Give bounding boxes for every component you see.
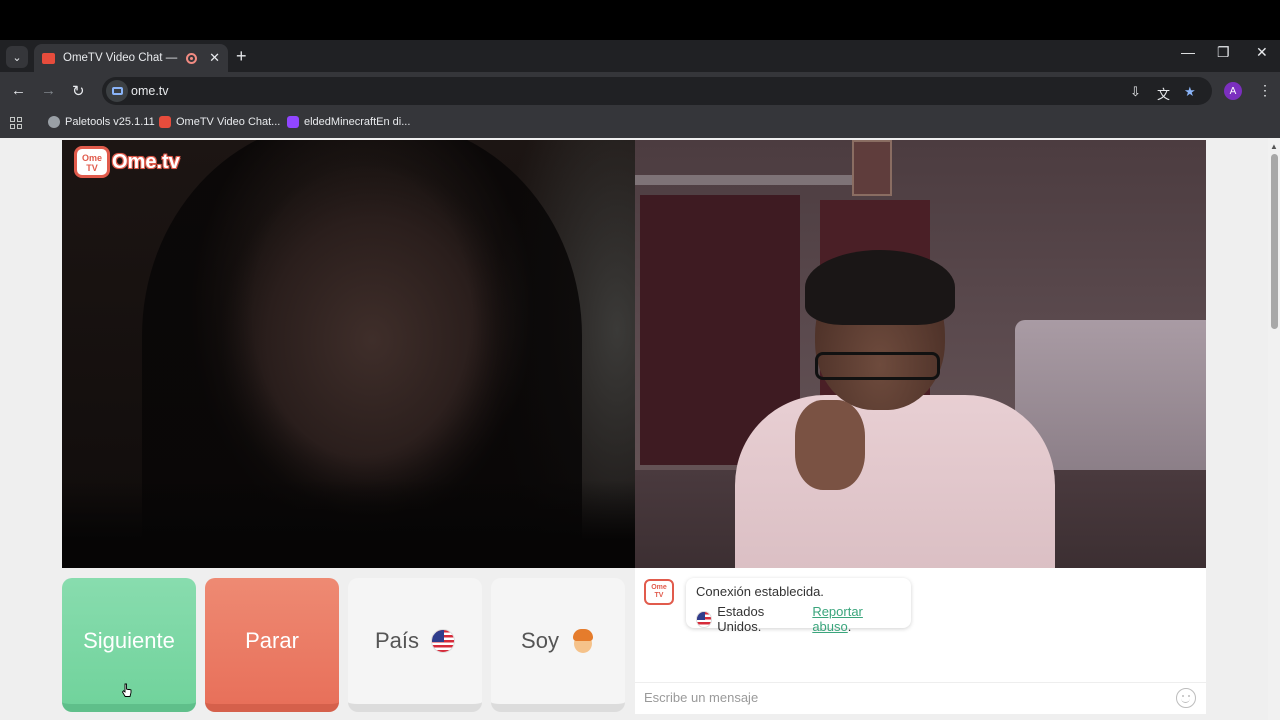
gender-button-label: Soy: [521, 628, 559, 653]
address-bar: ← → ↻ ome.tv ⇩ 文 ★ A ⋮: [0, 72, 1280, 110]
bookmark-item[interactable]: OmeTV Video Chat...: [159, 116, 280, 128]
tab-bar: ⌄ OmeTV Video Chat — OmeTV ✕ +: [0, 40, 1280, 72]
bookmark-label: Paletools v25.1.11: [65, 116, 155, 128]
bookmark-item[interactable]: eldedMinecraftEn di...: [287, 116, 410, 128]
boy-emoji-icon: [571, 629, 595, 653]
tab-title: OmeTV Video Chat — OmeTV: [63, 52, 178, 64]
tab-ometv[interactable]: OmeTV Video Chat — OmeTV ✕: [34, 44, 228, 72]
scroll-thumb[interactable]: [1271, 154, 1278, 329]
bookmarks-bar: Paletools v25.1.11 OmeTV Video Chat... e…: [0, 110, 1280, 138]
next-button-label: Siguiente: [83, 628, 175, 653]
apps-grid-icon[interactable]: [10, 117, 22, 129]
kebab-menu-icon[interactable]: ⋮: [1258, 82, 1272, 99]
twitch-icon: [287, 116, 299, 128]
back-arrow-icon[interactable]: ←: [11, 82, 26, 99]
stop-button-label: Parar: [245, 628, 299, 653]
install-app-icon[interactable]: ⇩: [1130, 84, 1141, 100]
globe-icon: [48, 116, 60, 128]
country-button-label: País: [374, 628, 420, 653]
stranger-video: Ome TV Ome.tv: [62, 140, 635, 568]
page-scrollbar[interactable]: ▲: [1268, 138, 1280, 720]
message-input[interactable]: [644, 690, 1164, 705]
ometv-favicon-icon: [42, 52, 55, 64]
reload-icon[interactable]: ↻: [72, 82, 85, 100]
partner-country: Estados Unidos.: [717, 604, 765, 634]
minimize-icon[interactable]: —: [1181, 44, 1195, 60]
connection-status: Conexión establecida.: [696, 584, 824, 599]
scroll-up-icon[interactable]: ▲: [1270, 142, 1278, 151]
omnibox[interactable]: ome.tv: [102, 77, 1212, 105]
emoji-icon[interactable]: [1176, 688, 1196, 708]
us-flag-icon: [431, 629, 456, 653]
translate-icon[interactable]: 文: [1157, 84, 1170, 103]
ometv-logo[interactable]: Ome TV Ome.tv: [74, 146, 180, 178]
bookmark-item[interactable]: Paletools v25.1.11: [48, 116, 155, 128]
close-tab-icon[interactable]: ✕: [209, 50, 220, 66]
report-abuse-link[interactable]: Reportar abuso: [812, 604, 863, 634]
us-flag-icon: [696, 610, 713, 628]
system-message: Conexión establecida. Estados Unidos. Re…: [686, 578, 911, 634]
profile-avatar[interactable]: A: [1224, 82, 1242, 100]
message-bar: [635, 682, 1206, 714]
maximize-icon[interactable]: ❐: [1217, 44, 1230, 61]
chat-panel: Ome TV Conexión establecida. Estados Uni…: [635, 568, 1206, 714]
ometv-favicon-icon: [159, 116, 171, 128]
new-tab-icon[interactable]: +: [236, 46, 247, 67]
close-window-icon[interactable]: ✕: [1256, 44, 1268, 61]
self-person: [735, 250, 1055, 568]
self-video: [635, 140, 1206, 568]
logo-text: Ome.tv: [112, 150, 180, 173]
page-viewport: ▲ Ome TV Ome.tv Siguiente Parar País Soy…: [0, 138, 1280, 720]
bookmark-star-icon[interactable]: ★: [1184, 84, 1196, 100]
gender-button[interactable]: Soy: [491, 578, 625, 712]
url-text[interactable]: ome.tv: [131, 84, 169, 98]
country-filter-button[interactable]: País: [348, 578, 482, 712]
forward-arrow-icon[interactable]: →: [41, 82, 56, 99]
tv-logo-icon: Ome TV: [74, 146, 110, 178]
bookmark-label: eldedMinecraftEn di...: [304, 116, 411, 128]
screen-top-bar: [0, 0, 1280, 40]
tv-logo-icon: Ome TV: [644, 579, 674, 605]
site-info-icon[interactable]: [106, 80, 128, 102]
stop-button[interactable]: Parar: [205, 578, 339, 712]
chevron-down-icon: ⌄: [12, 51, 22, 64]
tab-search-dropdown[interactable]: ⌄: [6, 46, 28, 68]
recording-icon: [186, 52, 198, 64]
bookmark-label: OmeTV Video Chat...: [176, 116, 281, 128]
mouse-cursor-icon: [121, 683, 132, 697]
